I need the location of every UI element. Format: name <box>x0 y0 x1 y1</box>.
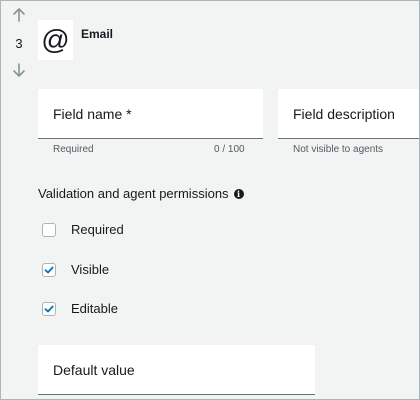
arrow-down-icon[interactable] <box>10 61 28 79</box>
field-editor-panel: 3 @ Email Field name * Required 0 / 100 … <box>0 0 420 400</box>
at-sign-icon: @ <box>38 20 73 60</box>
field-name-char-count: 0 / 100 <box>214 144 245 155</box>
checkmark-icon <box>44 266 54 273</box>
editable-label: Editable <box>71 301 118 316</box>
field-index: 3 <box>15 36 23 51</box>
editable-checkbox[interactable] <box>42 301 56 316</box>
arrow-up-icon[interactable] <box>10 6 28 24</box>
field-name-hint: Required <box>53 144 94 155</box>
info-icon[interactable]: i <box>233 188 244 199</box>
checkmark-icon <box>44 305 54 312</box>
field-name-input[interactable]: Field name * <box>38 89 263 139</box>
visible-checkbox[interactable] <box>42 262 56 277</box>
permissions-section-title: Validation and agent permissions i <box>38 186 244 201</box>
default-value-input[interactable]: Default value <box>38 345 315 395</box>
field-description-placeholder: Field description <box>293 105 395 122</box>
field-name-placeholder: Field name * <box>53 105 132 122</box>
field-description-hint: Not visible to agents <box>293 144 384 155</box>
field-type-label: Email <box>81 27 114 41</box>
visible-label: Visible <box>71 262 110 277</box>
editable-option[interactable]: Editable <box>42 301 118 316</box>
visible-option[interactable]: Visible <box>42 262 109 277</box>
required-option[interactable]: Required <box>42 222 124 237</box>
required-checkbox[interactable] <box>42 222 56 237</box>
permissions-title-text: Validation and agent permissions <box>38 186 229 201</box>
field-description-input[interactable]: Field description <box>278 89 419 139</box>
required-label: Required <box>71 222 124 237</box>
default-value-placeholder: Default value <box>53 361 135 378</box>
